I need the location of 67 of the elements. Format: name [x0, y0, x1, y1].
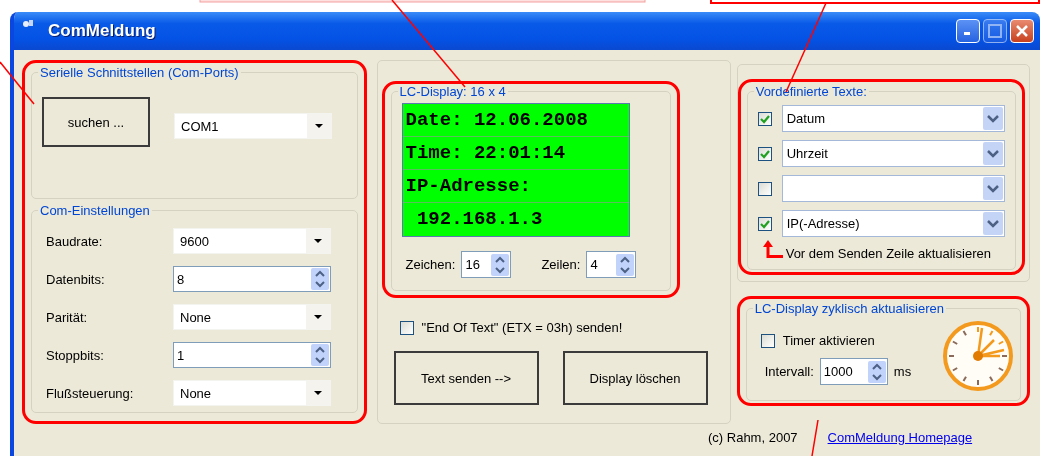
- field-label: Parität:: [45, 309, 89, 325]
- chevron-icon[interactable]: [983, 142, 1003, 165]
- dropdown[interactable]: None: [173, 380, 331, 406]
- checkbox-label: "End Of Text" (ETX = 03h) senden!: [421, 320, 623, 335]
- chevron-icon[interactable]: [983, 177, 1003, 200]
- spinner-field[interactable]: 1: [173, 342, 331, 368]
- spinner-field[interactable]: 1000: [819, 358, 888, 385]
- app-icon: [22, 18, 34, 30]
- caret-icon: [314, 238, 322, 244]
- group-title: Vordefinierte Texte:: [754, 84, 868, 99]
- field-label: Intervall:: [764, 364, 814, 379]
- leader-line: [811, 419, 819, 456]
- homepage-link[interactable]: ComMeldung Homepage: [827, 430, 973, 445]
- lcd-line: Time: 22:01:14: [402, 137, 629, 170]
- copyright-text: (c) Rahm, 2007: [708, 430, 798, 445]
- spin-arrows-icon[interactable]: [311, 268, 329, 290]
- caret-icon: [314, 314, 322, 320]
- lcd-line: Date: 12.06.2008: [402, 104, 629, 137]
- lcd-line: IP-Adresse:: [402, 170, 629, 203]
- checkbox[interactable]: [760, 333, 775, 348]
- field-label: Stoppbits:: [45, 347, 105, 363]
- checkbox[interactable]: [757, 216, 772, 231]
- minimize-button[interactable]: [956, 19, 980, 43]
- dropdown[interactable]: 9600: [173, 228, 331, 254]
- field-label: Baudrate:: [45, 233, 104, 249]
- unit-label: ms: [893, 364, 912, 379]
- search-button[interactable]: suchen ...: [42, 97, 150, 147]
- checkbox[interactable]: [757, 146, 772, 161]
- group-title: LC-Display: 16 x 4: [398, 84, 507, 99]
- group-title: Serielle Schnittstellen (Com-Ports): [39, 65, 240, 80]
- action-button[interactable]: Text senden -->: [393, 351, 539, 405]
- group-title: Com-Einstellungen: [39, 203, 151, 218]
- action-button[interactable]: Display löschen: [562, 351, 708, 405]
- checkbox-label: Timer aktivieren: [782, 333, 875, 348]
- dropdown[interactable]: Datum: [781, 105, 1005, 132]
- chevron-icon[interactable]: [983, 107, 1003, 130]
- caret-icon: [315, 123, 323, 129]
- dropdown[interactable]: None: [173, 304, 331, 330]
- dropdown[interactable]: COM1: [174, 113, 332, 139]
- arrow-icon: [761, 239, 784, 261]
- field-label: Datenbits:: [45, 271, 106, 287]
- close-button[interactable]: [1010, 19, 1034, 43]
- chevron-icon[interactable]: [983, 212, 1003, 235]
- field-label: Zeichen:: [405, 257, 456, 272]
- spin-arrows-icon[interactable]: [616, 253, 635, 276]
- clock-icon: [942, 320, 1014, 392]
- field-label: Zeilen:: [541, 257, 581, 272]
- spin-arrows-icon[interactable]: [491, 253, 510, 276]
- field-label: Flußsteuerung:: [45, 385, 135, 401]
- spinner-field[interactable]: 8: [173, 266, 331, 292]
- spin-arrows-icon[interactable]: [311, 344, 329, 366]
- checkbox[interactable]: [757, 111, 772, 126]
- dropdown[interactable]: IP(-Adresse): [781, 210, 1005, 237]
- dropdown[interactable]: Uhrzeit: [781, 140, 1005, 167]
- spinner-field[interactable]: 4: [586, 251, 637, 278]
- checkbox[interactable]: [757, 181, 772, 196]
- maximize-icon: [988, 24, 1002, 38]
- maximize-button[interactable]: [983, 19, 1007, 43]
- window-title: ComMeldung: [48, 21, 157, 41]
- close-icon: [1015, 24, 1029, 38]
- spin-arrows-icon[interactable]: [867, 360, 886, 383]
- spinner-field[interactable]: 16: [461, 251, 512, 278]
- caret-icon: [314, 390, 322, 396]
- lcd-line: 192.168.1.3: [415, 207, 544, 232]
- hint-text: Vor dem Senden Zeile aktualisieren: [785, 246, 991, 261]
- checkbox[interactable]: [399, 320, 414, 335]
- group-title: LC-Display zyklisch aktualisieren: [753, 301, 945, 316]
